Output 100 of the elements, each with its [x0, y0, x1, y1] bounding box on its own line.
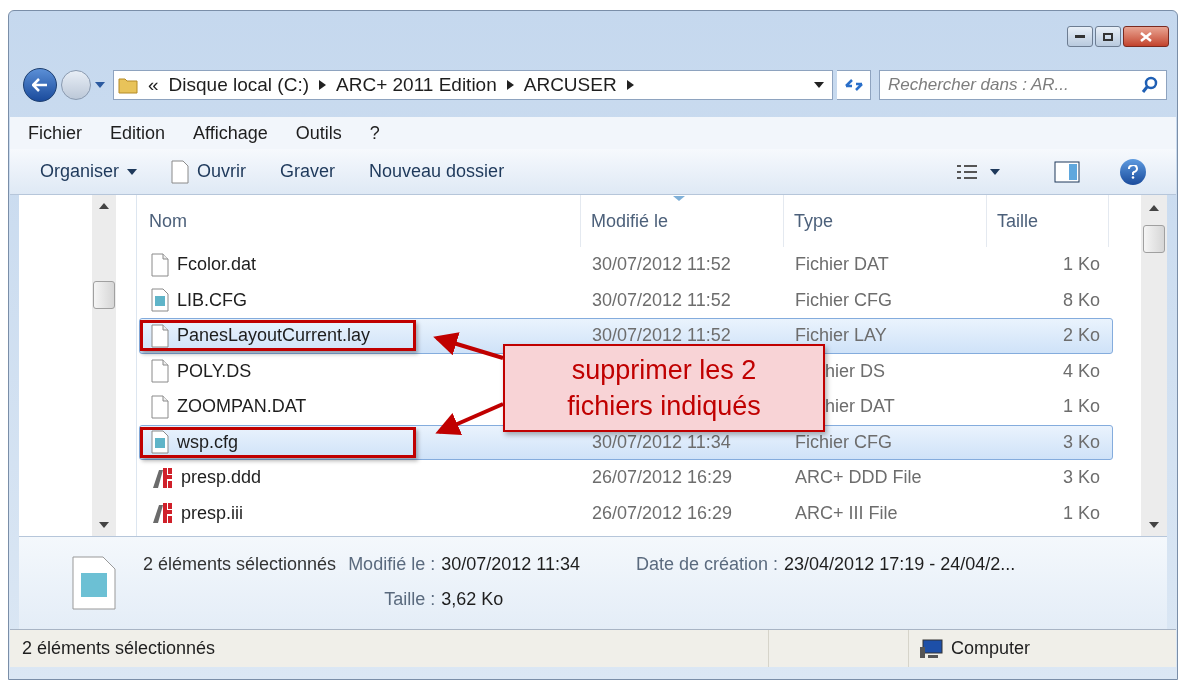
minimize-button[interactable]	[1067, 26, 1093, 47]
file-name[interactable]: presp.ddd	[181, 464, 262, 492]
scrollbar[interactable]	[1141, 195, 1167, 536]
folder-icon	[118, 76, 138, 94]
type-cell-text: hier DAT	[824, 395, 896, 419]
file-name[interactable]: LIB.CFG	[177, 286, 247, 314]
organize-menu-button[interactable]: Organiser	[40, 158, 138, 185]
search-field[interactable]: Rechercher dans : AR...	[879, 70, 1167, 100]
help-icon	[1128, 164, 1138, 179]
type-cell-text: Fichier DAT	[794, 253, 890, 277]
menu-item[interactable]: Fichier	[28, 119, 82, 147]
file-icon	[151, 394, 169, 419]
modified-cell-text: 30/07/2012 11:52	[591, 253, 732, 277]
scroll-up-icon	[99, 203, 109, 209]
scrollbar-thumb[interactable]	[93, 281, 115, 309]
file-name[interactable]: POLY.DS	[177, 357, 252, 385]
app-logo-icon	[151, 465, 173, 490]
close-button[interactable]	[1123, 26, 1169, 47]
annotation-arrow	[433, 332, 504, 360]
file-icon	[151, 252, 169, 277]
column-header[interactable]: Type	[784, 195, 987, 247]
detail-label: Taille :	[383, 588, 436, 611]
scroll-up-icon	[1149, 205, 1159, 211]
file-name: wsp.cfg	[177, 430, 239, 454]
column-header[interactable]: Taille	[987, 195, 1109, 247]
size-cell-text: 1 Ko	[1061, 395, 1101, 419]
selection-summary: 2 éléments sélectionnés	[143, 553, 337, 576]
menu-item[interactable]: ?	[369, 119, 380, 147]
detail-label: Date de création :	[635, 553, 779, 576]
detail-value: 30/07/2012 11:34	[441, 553, 580, 576]
menu-item[interactable]: Affichage	[193, 119, 268, 147]
caret-icon	[990, 168, 1000, 175]
type-cell-text: ARC+ DDD File	[794, 466, 923, 490]
modified-cell-text: 30/07/2012 11:52	[591, 288, 732, 312]
caret-icon	[127, 168, 138, 175]
annotation-arrow	[435, 402, 504, 435]
size-cell-text: 1 Ko	[1061, 501, 1101, 525]
file-row[interactable]: wsp.cfg 30/07/2012 11:34 Fichier CFG 3 Ko	[139, 424, 1113, 460]
preview-pane-button[interactable]	[1054, 160, 1080, 183]
size-cell-text: 3 Ko	[1061, 430, 1101, 454]
scroll-down-icon	[99, 522, 109, 528]
chevron-right-icon	[506, 80, 514, 90]
detail-value: 23/04/2012 17:19 - 24/04/2...	[784, 553, 1016, 576]
callout-tooltip: supprimer les 2 fichiers indiqués	[503, 344, 825, 432]
chevron-right-icon	[319, 80, 326, 90]
app-logo-icon	[151, 501, 173, 526]
detail-value: 3,62 Ko	[441, 588, 505, 611]
help-button[interactable]	[1120, 158, 1146, 185]
back-arrow-icon	[32, 78, 48, 92]
address-bar[interactable]: « Disque local (C:) ARC+ 2011 Edition ARCUSER	[113, 70, 833, 100]
search-icon	[1141, 76, 1159, 94]
detail-label: Modifié le :	[348, 553, 436, 576]
size-cell-text: 2 Ko	[1061, 324, 1101, 348]
toolbar-button[interactable]: Nouveau dossier	[369, 158, 505, 185]
status-location: Computer	[951, 637, 1031, 660]
dropdown-caret-icon	[95, 82, 105, 88]
type-cell-text: Fichier CFG	[794, 288, 893, 312]
file-icon	[151, 359, 169, 384]
back-button[interactable]	[23, 68, 57, 102]
open-button[interactable]: Ouvrir	[171, 158, 247, 185]
file-name[interactable]: Fcolor.dat	[177, 251, 257, 279]
status-text: 2 éléments sélectionnés	[21, 637, 217, 660]
type-cell-text: ARC+ III File	[794, 501, 899, 525]
modified-cell-text: 30/07/2012 11:34	[591, 430, 732, 454]
settings-file-icon	[151, 430, 169, 455]
refresh-button[interactable]	[837, 70, 871, 100]
type-cell-text: Fichier CFG	[794, 430, 893, 454]
file-name[interactable]: ZOOMPAN.DAT	[177, 393, 307, 421]
breadcrumb-item[interactable]: Disque local (C:)	[168, 70, 309, 100]
scrollbar[interactable]	[92, 195, 116, 536]
view-options-button[interactable]	[956, 162, 1000, 181]
file-name: PanesLayoutCurrent.lay	[177, 324, 371, 348]
type-cell-text: hier DS	[824, 359, 887, 383]
list-view-icon	[956, 162, 978, 181]
dropdown-caret-icon	[814, 82, 824, 88]
breadcrumb-item[interactable]: ARC+ 2011 Edition	[336, 70, 497, 100]
chevron-right-icon	[626, 80, 634, 90]
size-cell-text: 1 Ko	[1061, 253, 1101, 277]
file-icon	[151, 323, 169, 348]
maximize-button[interactable]	[1095, 26, 1121, 47]
file-name[interactable]: presp.iii	[181, 499, 244, 527]
overflow-chevrons[interactable]: «	[148, 70, 159, 100]
settings-file-icon	[71, 555, 117, 611]
breadcrumb-item[interactable]: ARCUSER	[523, 70, 617, 100]
modified-cell-text: 26/07/2012 16:29	[591, 466, 734, 490]
column-header[interactable]: Nom	[139, 195, 581, 247]
settings-file-icon	[151, 288, 169, 313]
size-cell-text: 4 Ko	[1061, 359, 1101, 383]
column-header[interactable]: Modifié le	[581, 195, 784, 247]
menu-item[interactable]: Edition	[110, 119, 166, 147]
computer-icon	[919, 638, 943, 659]
refresh-icon	[843, 77, 864, 93]
panel-icon	[1054, 160, 1080, 183]
size-cell-text: 3 Ko	[1061, 466, 1101, 490]
menu-item[interactable]: Outils	[295, 119, 342, 147]
scroll-down-icon	[1149, 522, 1159, 528]
close-icon	[1140, 31, 1152, 42]
modified-cell-text: 26/07/2012 16:29	[591, 501, 734, 525]
toolbar-button[interactable]: Graver	[280, 158, 336, 185]
scrollbar-thumb[interactable]	[1143, 225, 1165, 253]
